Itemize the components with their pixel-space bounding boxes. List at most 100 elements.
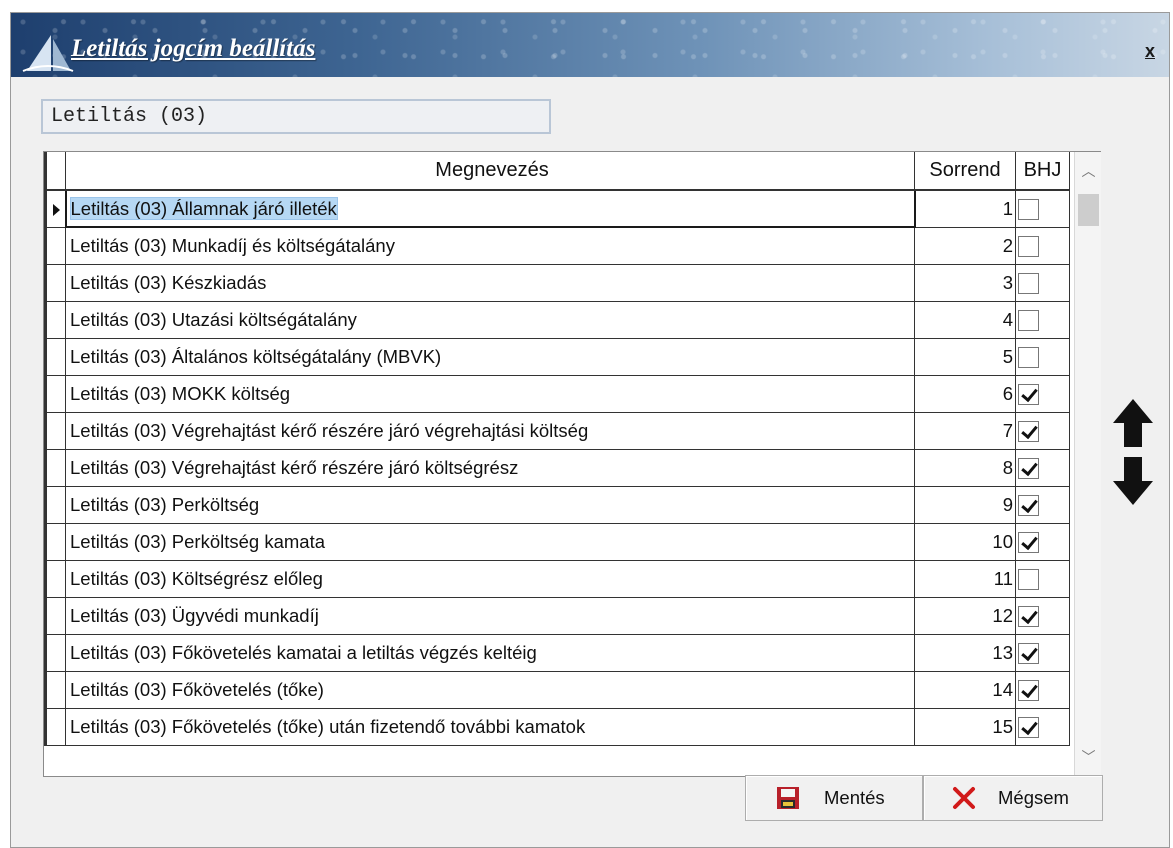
cell-name[interactable]: Letiltás (03) Főkövetelés (tőke) után fi… bbox=[65, 708, 915, 746]
bhj-checkbox[interactable] bbox=[1018, 457, 1039, 479]
bhj-checkbox[interactable] bbox=[1018, 420, 1039, 442]
cell-name[interactable]: Letiltás (03) Főkövetelés kamatai a leti… bbox=[65, 634, 915, 672]
cell-order[interactable]: 7 bbox=[914, 412, 1016, 450]
title-bar[interactable]: Letiltás jogcím beállítás x bbox=[11, 13, 1169, 77]
row-indicator[interactable] bbox=[44, 634, 66, 672]
cell-bhj bbox=[1015, 523, 1070, 561]
row-indicator[interactable] bbox=[44, 375, 66, 413]
bhj-checkbox[interactable] bbox=[1018, 642, 1039, 664]
table-row[interactable]: Letiltás (03) Utazási költségátalány 4 bbox=[44, 301, 1070, 339]
cell-order[interactable]: 3 bbox=[914, 264, 1016, 302]
row-indicator[interactable] bbox=[44, 708, 66, 746]
row-indicator[interactable] bbox=[44, 486, 66, 524]
scroll-up-icon[interactable]: ︿ bbox=[1075, 152, 1102, 190]
bhj-checkbox[interactable] bbox=[1018, 494, 1039, 516]
cell-order[interactable]: 11 bbox=[914, 560, 1016, 598]
items-grid[interactable]: Megnevezés Sorrend BHJ Letiltás (03) Áll… bbox=[43, 151, 1101, 777]
bhj-checkbox[interactable] bbox=[1018, 383, 1039, 405]
cell-name[interactable]: Letiltás (03) Perköltség bbox=[65, 486, 915, 524]
cell-order[interactable]: 8 bbox=[914, 449, 1016, 487]
vertical-scrollbar[interactable]: ︿ ﹀ bbox=[1074, 152, 1101, 776]
cell-name-text: Letiltás (03) Végrehajtást kérő részére … bbox=[70, 419, 589, 441]
table-row[interactable]: Letiltás (03) Végrehajtást kérő részére … bbox=[44, 412, 1070, 450]
cell-order[interactable]: 13 bbox=[914, 634, 1016, 672]
cancel-button[interactable]: Mégsem bbox=[923, 775, 1103, 821]
cell-name[interactable]: Letiltás (03) Végrehajtást kérő részére … bbox=[65, 449, 915, 487]
row-indicator[interactable] bbox=[44, 264, 66, 302]
cell-bhj bbox=[1015, 449, 1070, 487]
cell-order[interactable]: 14 bbox=[914, 671, 1016, 709]
cell-order[interactable]: 2 bbox=[914, 227, 1016, 265]
row-indicator[interactable] bbox=[44, 560, 66, 598]
table-row[interactable]: Letiltás (03) Ügyvédi munkadíj 12 bbox=[44, 597, 1070, 635]
column-header-name[interactable]: Megnevezés bbox=[65, 152, 915, 191]
cell-name[interactable]: Letiltás (03) Perköltség kamata bbox=[65, 523, 915, 561]
cell-name[interactable]: Letiltás (03) Végrehajtást kérő részére … bbox=[65, 412, 915, 450]
bhj-checkbox[interactable] bbox=[1018, 346, 1039, 368]
table-row[interactable]: Letiltás (03) Végrehajtást kérő részére … bbox=[44, 449, 1070, 487]
table-row[interactable]: Letiltás (03) Készkiadás 3 bbox=[44, 264, 1070, 302]
cell-name-text: Letiltás (03) Főkövetelés kamatai a leti… bbox=[70, 641, 537, 663]
table-row[interactable]: Letiltás (03) Államnak járó illeték 1 bbox=[44, 189, 1070, 228]
cell-name[interactable]: Letiltás (03) Készkiadás bbox=[65, 264, 915, 302]
row-indicator[interactable] bbox=[44, 523, 66, 561]
row-indicator[interactable] bbox=[44, 227, 66, 265]
table-row[interactable]: Letiltás (03) Munkadíj és költségátalány… bbox=[44, 227, 1070, 265]
row-indicator[interactable] bbox=[44, 190, 66, 228]
bhj-checkbox[interactable] bbox=[1018, 235, 1039, 257]
bhj-checkbox[interactable] bbox=[1018, 199, 1039, 221]
cell-name[interactable]: Letiltás (03) Munkadíj és költségátalány bbox=[65, 227, 915, 265]
table-row[interactable]: Letiltás (03) MOKK költség 6 bbox=[44, 375, 1070, 413]
cell-order[interactable]: 10 bbox=[914, 523, 1016, 561]
cell-name-text: Letiltás (03) Ügyvédi munkadíj bbox=[70, 604, 319, 626]
bhj-checkbox[interactable] bbox=[1018, 716, 1039, 738]
table-row[interactable]: Letiltás (03) Főkövetelés (tőke) 14 bbox=[44, 671, 1070, 709]
cell-order[interactable]: 12 bbox=[914, 597, 1016, 635]
table-row[interactable]: Letiltás (03) Általános költségátalány (… bbox=[44, 338, 1070, 376]
table-row[interactable]: Letiltás (03) Költségrész előleg 11 bbox=[44, 560, 1070, 598]
bhj-checkbox[interactable] bbox=[1018, 272, 1039, 294]
save-button[interactable]: Mentés bbox=[745, 775, 923, 821]
cell-order[interactable]: 5 bbox=[914, 338, 1016, 376]
table-row[interactable]: Letiltás (03) Perköltség kamata 10 bbox=[44, 523, 1070, 561]
cell-name[interactable]: Letiltás (03) Főkövetelés (tőke) bbox=[65, 671, 915, 709]
scroll-down-icon[interactable]: ﹀ bbox=[1075, 738, 1102, 776]
cell-name[interactable]: Letiltás (03) Utazási költségátalány bbox=[65, 301, 915, 339]
category-name-field[interactable]: Letiltás (03) bbox=[41, 99, 551, 134]
arrow-up-icon[interactable] bbox=[1113, 399, 1153, 447]
cell-order[interactable]: 4 bbox=[914, 301, 1016, 339]
row-indicator[interactable] bbox=[44, 412, 66, 450]
column-header-order[interactable]: Sorrend bbox=[914, 152, 1016, 191]
scroll-thumb[interactable] bbox=[1078, 194, 1099, 226]
bhj-checkbox[interactable] bbox=[1018, 679, 1039, 701]
cell-name-text: Letiltás (03) Főkövetelés (tőke) bbox=[70, 678, 324, 700]
column-header-bhj[interactable]: BHJ bbox=[1015, 152, 1070, 191]
table-row[interactable]: Letiltás (03) Perköltség 9 bbox=[44, 486, 1070, 524]
table-row[interactable]: Letiltás (03) Főkövetelés kamatai a leti… bbox=[44, 634, 1070, 672]
cell-name[interactable]: Letiltás (03) MOKK költség bbox=[65, 375, 915, 413]
row-indicator[interactable] bbox=[44, 338, 66, 376]
bhj-checkbox[interactable] bbox=[1018, 605, 1039, 627]
cell-name-text: Letiltás (03) MOKK költség bbox=[70, 382, 291, 404]
row-indicator[interactable] bbox=[44, 671, 66, 709]
cell-bhj bbox=[1015, 227, 1070, 265]
bhj-checkbox[interactable] bbox=[1018, 309, 1039, 331]
row-indicator[interactable] bbox=[44, 301, 66, 339]
cell-order[interactable]: 9 bbox=[914, 486, 1016, 524]
arrow-down-icon[interactable] bbox=[1113, 457, 1153, 505]
cell-name[interactable]: Letiltás (03) Általános költségátalány (… bbox=[65, 338, 915, 376]
row-indicator[interactable] bbox=[44, 449, 66, 487]
cell-order[interactable]: 6 bbox=[914, 375, 1016, 413]
cell-name[interactable]: Letiltás (03) Költségrész előleg bbox=[65, 560, 915, 598]
table-row[interactable]: Letiltás (03) Főkövetelés (tőke) után fi… bbox=[44, 708, 1070, 746]
cell-name[interactable]: Letiltás (03) Ügyvédi munkadíj bbox=[65, 597, 915, 635]
close-button[interactable]: x bbox=[1145, 41, 1155, 62]
bhj-checkbox[interactable] bbox=[1018, 531, 1039, 553]
cell-order[interactable]: 1 bbox=[914, 190, 1016, 228]
cell-name[interactable]: Letiltás (03) Államnak járó illeték bbox=[64, 189, 916, 228]
bhj-checkbox[interactable] bbox=[1018, 568, 1039, 590]
cell-bhj bbox=[1015, 338, 1070, 376]
window-title: Letiltás jogcím beállítás bbox=[71, 35, 316, 62]
row-indicator[interactable] bbox=[44, 597, 66, 635]
cell-order[interactable]: 15 bbox=[914, 708, 1016, 746]
